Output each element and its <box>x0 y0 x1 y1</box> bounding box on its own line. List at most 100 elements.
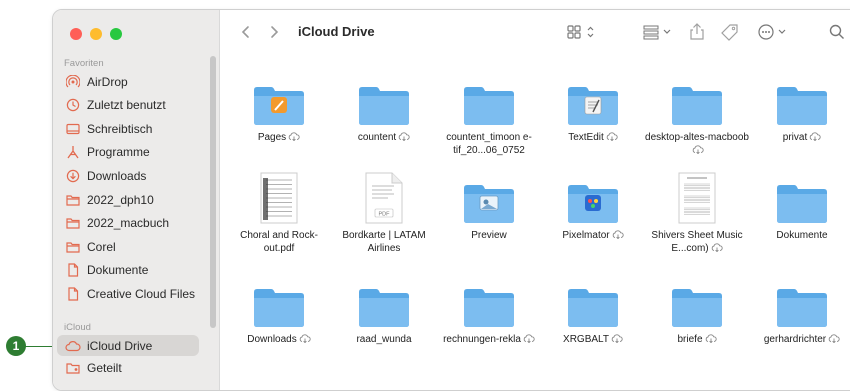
file-item[interactable]: PDF Bordkarte | LATAM Airlines <box>332 172 436 255</box>
folder-icon <box>645 76 749 126</box>
cloud-download-icon <box>523 334 535 343</box>
minimize-button[interactable] <box>90 28 102 40</box>
grid-view-icon <box>567 25 594 39</box>
file-item-label: briefe <box>645 333 749 346</box>
sidebar-scrollbar[interactable] <box>210 56 216 328</box>
file-name: Dokumente <box>776 230 828 241</box>
file-item[interactable]: privat <box>750 76 850 144</box>
sidebar-item-geteilt[interactable]: Geteilt <box>57 357 199 378</box>
search-button[interactable] <box>829 22 845 42</box>
file-name: TextEdit <box>568 132 604 143</box>
sidebar-item-2022-dph10[interactable]: 2022_dph10 <box>57 189 199 210</box>
file-item[interactable]: Dokumente <box>750 174 850 242</box>
folder-icon <box>750 278 850 328</box>
file-item[interactable]: countent_timoon e-tif_20...06_0752 <box>437 76 541 157</box>
sidebar-item-label: Programme <box>87 145 150 160</box>
tag-button[interactable] <box>721 22 739 42</box>
file-item[interactable]: countent <box>332 76 436 144</box>
file-item[interactable]: XRGBALT <box>541 278 645 346</box>
file-item[interactable]: gerhardrichter <box>750 278 850 346</box>
pdf-document-icon <box>227 172 331 224</box>
file-item[interactable]: TextEdit <box>541 76 645 144</box>
back-button[interactable] <box>241 22 251 42</box>
file-item-label: gerhardrichter <box>750 333 850 346</box>
cloud-icon <box>65 339 81 353</box>
file-item-label: raad_wunda <box>332 333 436 346</box>
file-item[interactable]: briefe <box>645 278 749 346</box>
file-item[interactable]: Pixelmator <box>541 174 645 242</box>
pdf-document-icon: PDF <box>332 172 436 224</box>
file-item-label: rechnungen-rekla <box>437 333 541 346</box>
preview-folder-icon <box>437 174 541 224</box>
file-item[interactable]: Downloads <box>227 278 331 346</box>
file-item[interactable]: raad_wunda <box>332 278 436 346</box>
folder-icon <box>541 278 645 328</box>
sidebar: Favoriten iCloud AirDrop Zuletzt benutzt S… <box>53 10 220 390</box>
sidebar-item-airdrop[interactable]: AirDrop <box>57 71 199 92</box>
sidebar-item-creative-cloud-files[interactable]: Creative Cloud Files <box>57 283 199 304</box>
sidebar-item-2022-macbuch[interactable]: 2022_macbuch <box>57 213 199 234</box>
sheet-music-icon <box>645 172 749 224</box>
airdrop-icon <box>65 74 81 89</box>
file-item-label: Downloads <box>227 333 331 346</box>
file-item-label: Shivers Sheet Music E...com) <box>645 229 749 255</box>
sidebar-item-label: Creative Cloud Files <box>87 286 196 301</box>
file-name: desktop-altes-macboob <box>645 132 749 143</box>
tag-icon <box>721 24 738 41</box>
folder-icon <box>65 216 81 230</box>
ellipsis-circle-icon <box>758 24 786 40</box>
sidebar-item-dokumente[interactable]: Dokumente <box>57 260 199 281</box>
file-item-label: countent_timoon e-tif_20...06_0752 <box>437 131 541 157</box>
cloud-download-icon <box>705 334 717 343</box>
view-mode-button[interactable] <box>567 22 599 42</box>
folder-icon <box>437 76 541 126</box>
file-name: raad_wunda <box>356 334 412 345</box>
sidebar-item-label: AirDrop <box>87 74 128 89</box>
file-item[interactable]: rechnungen-rekla <box>437 278 541 346</box>
file-item[interactable]: Choral and Rock-out.pdf <box>227 172 331 255</box>
cloud-download-icon <box>711 243 723 252</box>
sidebar-item-icloud-drive[interactable]: iCloud Drive <box>57 335 199 356</box>
file-item-label: TextEdit <box>541 131 645 144</box>
sidebar-item-corel[interactable]: Corel <box>57 236 199 257</box>
cloud-download-icon <box>288 132 300 141</box>
sidebar-item-programme[interactable]: Programme <box>57 142 199 163</box>
file-name: privat <box>782 132 808 143</box>
group-button[interactable] <box>643 22 675 42</box>
document-icon <box>65 287 81 301</box>
file-item[interactable]: Preview <box>437 174 541 242</box>
folder-icon <box>750 174 850 224</box>
file-item-label: Pages <box>227 131 331 144</box>
folder-icon <box>645 278 749 328</box>
sidebar-item-label: Dokumente <box>87 263 149 278</box>
file-name: briefe <box>677 334 703 345</box>
shared-folder-icon <box>65 361 81 375</box>
file-item[interactable]: Pages <box>227 76 331 144</box>
file-item-label: Bordkarte | LATAM Airlines <box>332 229 436 255</box>
more-actions-button[interactable] <box>757 22 791 42</box>
file-item-label: countent <box>332 131 436 144</box>
close-button[interactable] <box>70 28 82 40</box>
share-button[interactable] <box>689 22 705 42</box>
folder-icon <box>227 278 331 328</box>
sidebar-item-zuletzt-benutzt[interactable]: Zuletzt benutzt <box>57 95 199 116</box>
forward-button[interactable] <box>269 22 279 42</box>
sidebar-item-label: 2022_macbuch <box>87 216 170 231</box>
file-item[interactable]: desktop-altes-macboob <box>645 76 749 157</box>
sidebar-item-schreibtisch[interactable]: Schreibtisch <box>57 118 199 139</box>
zoom-button[interactable] <box>110 28 122 40</box>
cloud-download-icon <box>612 230 624 239</box>
file-item[interactable]: Shivers Sheet Music E...com) <box>645 172 749 255</box>
cloud-download-icon <box>299 334 311 343</box>
apps-icon <box>65 145 81 159</box>
sidebar-item-downloads[interactable]: Downloads <box>57 165 199 186</box>
toolbar: iCloud Drive <box>219 10 850 56</box>
sidebar-heading-favorites: Favoriten <box>64 58 104 69</box>
file-name: countent_timoon e-tif_20...06_0752 <box>446 132 532 156</box>
file-item-label: Preview <box>437 229 541 242</box>
sidebar-item-label: Downloads <box>87 168 147 183</box>
textedit-folder-icon <box>541 76 645 126</box>
cloud-download-icon <box>398 132 410 141</box>
file-name: rechnungen-rekla <box>443 334 521 345</box>
search-icon <box>829 24 844 39</box>
